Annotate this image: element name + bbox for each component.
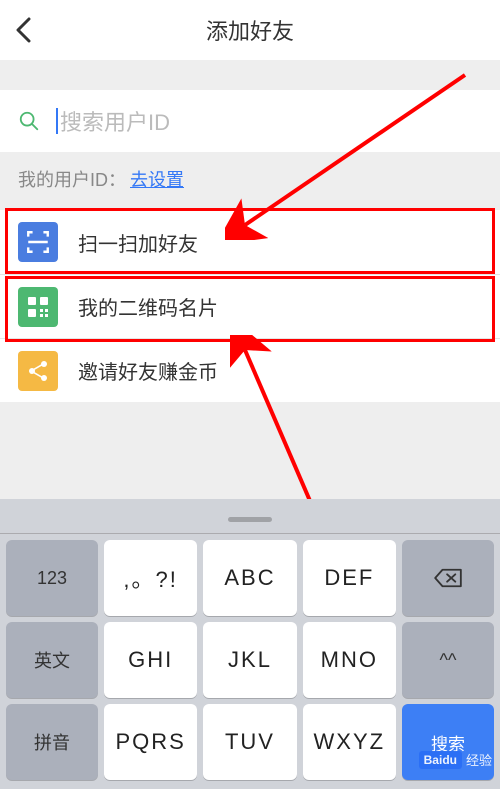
keyboard-grabber[interactable] [0, 505, 500, 533]
spacer [0, 60, 500, 90]
option-qrcode-label: 我的二维码名片 [78, 292, 218, 321]
option-invite-label: 邀请好友赚金币 [78, 356, 218, 385]
user-id-set-link[interactable]: 去设置 [130, 170, 184, 190]
share-icon [18, 351, 58, 391]
user-id-label: 我的用户ID： [18, 170, 126, 190]
key-caret[interactable]: ^^ [402, 622, 494, 698]
key-pinyin[interactable]: 拼音 [6, 704, 98, 780]
key-delete[interactable] [402, 540, 494, 616]
user-id-row: 我的用户ID：去设置 [0, 152, 500, 210]
key-english[interactable]: 英文 [6, 622, 98, 698]
watermark: Baidu 经验 [419, 750, 492, 769]
text-cursor [56, 108, 58, 134]
key-123[interactable]: 123 [6, 540, 98, 616]
key-pqrs[interactable]: PQRS [104, 704, 197, 780]
search-row[interactable]: 搜索用户ID [0, 90, 500, 152]
key-tuv[interactable]: TUV [203, 704, 296, 780]
watermark-text: 经验 [466, 750, 492, 769]
key-punct[interactable]: ,。?! [104, 540, 197, 616]
back-icon[interactable] [15, 17, 31, 43]
qrcode-icon [18, 287, 58, 327]
key-ghi[interactable]: GHI [104, 622, 197, 698]
key-wxyz[interactable]: WXYZ [303, 704, 396, 780]
key-abc[interactable]: ABC [203, 540, 296, 616]
key-def[interactable]: DEF [303, 540, 396, 616]
key-jkl[interactable]: JKL [203, 622, 296, 698]
scan-icon [18, 222, 58, 262]
delete-icon [433, 567, 463, 589]
watermark-brand-icon: Baidu [419, 751, 462, 769]
option-scan[interactable]: 扫一扫加好友 [0, 210, 500, 274]
header-bar: 添加好友 [0, 0, 500, 60]
option-qrcode[interactable]: 我的二维码名片 [0, 274, 500, 338]
option-scan-label: 扫一扫加好友 [78, 228, 198, 257]
keyboard: 123 ,。?! ABC DEF 英文 GHI JKL MNO ^^ 拼音 PQ… [0, 499, 500, 789]
search-input[interactable]: 搜索用户ID [56, 105, 482, 137]
option-invite[interactable]: 邀请好友赚金币 [0, 338, 500, 402]
page-title: 添加好友 [206, 14, 294, 46]
options-group: 扫一扫加好友 我的二维码名片 邀请好友赚金币 [0, 210, 500, 402]
search-icon [18, 110, 56, 132]
key-mno[interactable]: MNO [303, 622, 396, 698]
